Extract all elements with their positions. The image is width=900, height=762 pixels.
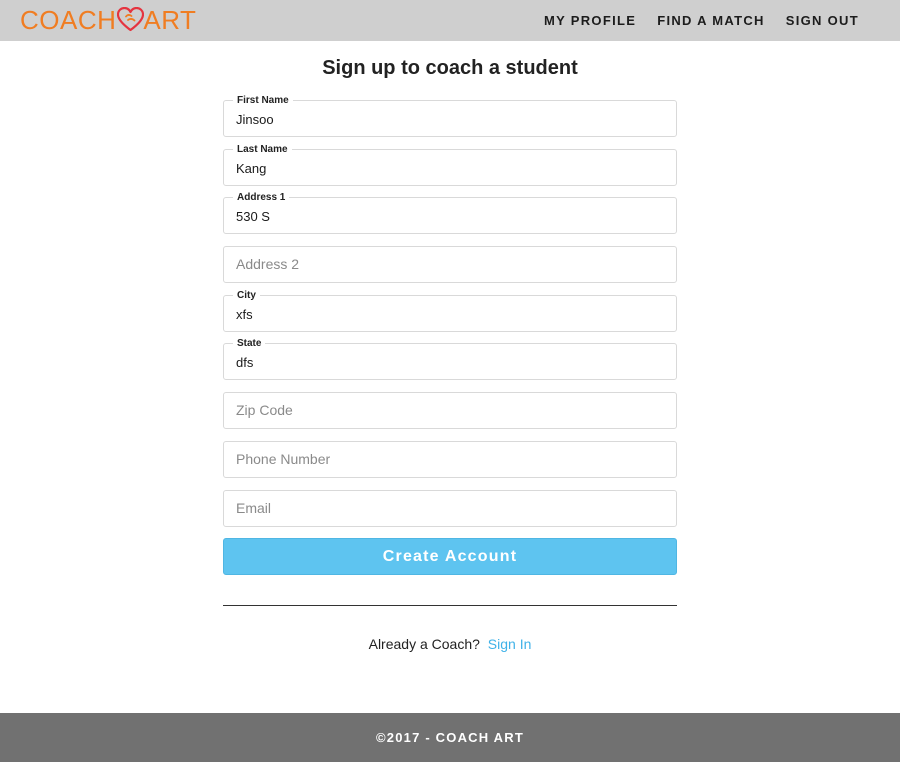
create-account-button[interactable]: Create Account <box>223 538 677 576</box>
address-1-field: Address 1 <box>223 192 677 235</box>
last-name-label: Last Name <box>233 143 292 156</box>
signin-row: Already a Coach? Sign In <box>0 636 900 652</box>
zip-code-field <box>223 392 677 430</box>
address-1-input[interactable] <box>224 198 676 234</box>
zip-code-input[interactable] <box>224 393 676 429</box>
email-input[interactable] <box>224 490 676 526</box>
state-input[interactable] <box>224 344 676 380</box>
nav-my-profile[interactable]: MY PROFILE <box>544 13 636 28</box>
brand-name-left: COACH <box>20 4 117 35</box>
last-name-input[interactable] <box>224 149 676 185</box>
brand-name-right: ART <box>143 4 197 35</box>
nav-find-a-match[interactable]: FIND A MATCH <box>657 13 765 28</box>
first-name-field: First Name <box>223 95 677 137</box>
email-field <box>223 489 677 527</box>
footer-copyright: ©2017 - COACH ART <box>376 730 524 745</box>
divider <box>223 605 677 606</box>
last-name-field: Last Name <box>223 143 677 186</box>
sign-in-link[interactable]: Sign In <box>488 636 532 652</box>
heart-icon <box>117 6 145 33</box>
nav-links: MY PROFILE FIND A MATCH SIGN OUT <box>544 0 859 41</box>
phone-number-input[interactable] <box>224 441 676 477</box>
brand-logo[interactable]: COACH ART <box>20 5 196 35</box>
state-field: State <box>223 338 677 381</box>
address-2-input[interactable] <box>224 247 676 283</box>
phone-number-field <box>223 440 677 478</box>
city-label: City <box>233 289 260 302</box>
signup-form: First Name Last Name Address 1 City Stat… <box>223 95 677 576</box>
city-field: City <box>223 289 677 332</box>
city-input[interactable] <box>224 295 676 331</box>
first-name-label: First Name <box>233 95 293 107</box>
nav-sign-out[interactable]: SIGN OUT <box>786 13 859 28</box>
signin-prompt: Already a Coach? <box>368 636 480 652</box>
footer: ©2017 - COACH ART <box>0 713 900 762</box>
top-navbar: COACH ART MY PROFILE FIND A MATCH SIGN O… <box>0 0 900 41</box>
state-label: State <box>233 338 266 351</box>
address-2-field <box>223 246 677 284</box>
page-title: Sign up to coach a student <box>322 57 578 79</box>
address-1-label: Address 1 <box>233 192 290 205</box>
